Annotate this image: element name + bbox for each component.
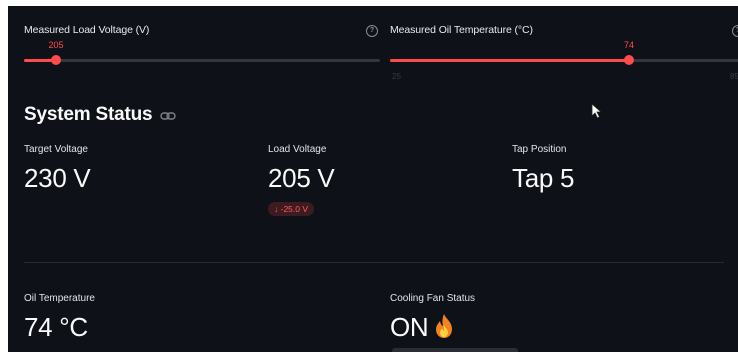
metric-cooling-fan: Cooling Fan Status ON: [390, 293, 475, 343]
voltage-slider-label: Measured Load Voltage (V): [24, 24, 150, 36]
oil-slider-max: 85: [730, 72, 738, 81]
oil-slider-label: Measured Oil Temperature (°C): [390, 24, 533, 36]
metric-oil-temperature: Oil Temperature 74 °C: [24, 293, 95, 343]
question-circle-icon[interactable]: ?: [732, 25, 738, 37]
oil-slider-block: Measured Oil Temperature (°C) ? 74 25 85: [374, 6, 738, 96]
voltage-slider-track[interactable]: [24, 59, 380, 62]
metric-label: Cooling Fan Status: [390, 293, 476, 304]
mouse-cursor-icon: [591, 103, 603, 119]
metric-value: 230 V: [24, 163, 91, 193]
voltage-slider-block: Measured Load Voltage (V) ? 205: [8, 6, 384, 96]
metric-value: 205 V: [268, 163, 335, 193]
metric-label: Oil Temperature: [24, 293, 95, 304]
bottom-element: [392, 348, 518, 352]
metric-label: Tap Position: [512, 144, 567, 155]
metric-label: Load Voltage: [268, 144, 327, 155]
voltage-slider-thumb[interactable]: [51, 55, 61, 65]
oil-slider-thumb[interactable]: [624, 55, 634, 65]
metric-value: Tap 5: [512, 163, 575, 193]
metric-tap-position: Tap Position Tap 5: [512, 144, 574, 194]
oil-slider-value: 74: [623, 40, 635, 50]
metric-target-voltage: Target Voltage 230 V: [24, 144, 91, 194]
delta-value: ↓ -25.0 V: [274, 204, 309, 214]
metric-label: Target Voltage: [24, 144, 88, 155]
metric-value: 74 °C: [24, 312, 88, 342]
oil-slider-min: 25: [392, 72, 401, 81]
fire-icon: [436, 314, 453, 338]
delta-badge: ↓ -25.0 V: [268, 202, 315, 216]
voltage-slider-value: 205: [48, 40, 64, 50]
metric-load-voltage: Load Voltage 205 V ↓ -25.0 V: [268, 144, 335, 217]
oil-slider-fill: [390, 59, 629, 62]
metric-value-row: ON: [390, 312, 475, 343]
section-title: System Status: [24, 104, 153, 125]
link-icon[interactable]: [160, 111, 176, 121]
metric-value: ON: [390, 312, 429, 342]
divider: [24, 262, 724, 263]
app-frame: Measured Load Voltage (V) ? 205 Measured…: [8, 6, 738, 352]
